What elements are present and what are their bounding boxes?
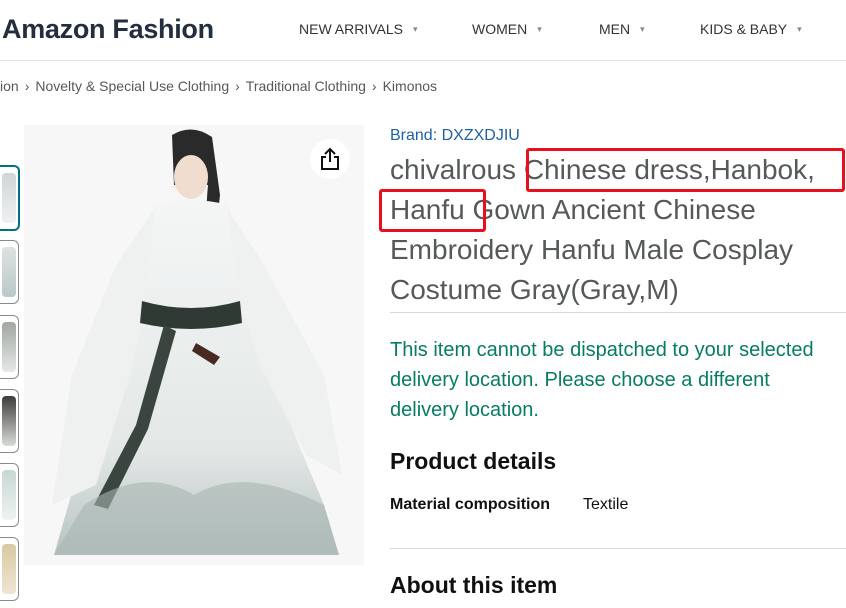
- chevron-down-icon: ▾: [797, 23, 802, 34]
- product-image[interactable]: [24, 125, 364, 565]
- share-icon: [321, 147, 339, 170]
- thumbnail-2[interactable]: [0, 240, 19, 304]
- nav-label: NEW ARRIVALS: [299, 21, 403, 37]
- nav-label: KIDS & BABY: [700, 21, 788, 37]
- share-button[interactable]: [310, 139, 350, 179]
- chevron-right-icon: ›: [24, 78, 30, 94]
- divider: [390, 312, 846, 313]
- about-item-heading: About this item: [390, 572, 558, 598]
- brand-link[interactable]: Brand: DXZXDJIU: [390, 127, 520, 145]
- breadcrumb-item[interactable]: Traditional Clothing: [246, 78, 366, 94]
- detail-label: Material composition: [390, 496, 551, 513]
- nav-label: MEN: [599, 21, 631, 37]
- product-figure: [52, 129, 342, 555]
- highlight-box-hanfu: [379, 189, 486, 232]
- breadcrumb-item[interactable]: Novelty & Special Use Clothing: [35, 78, 229, 94]
- delivery-message: This item cannot be dispatched to your s…: [390, 339, 814, 421]
- nav-women[interactable]: WOMEN ▾: [472, 21, 542, 37]
- nav-new-arrivals[interactable]: NEW ARRIVALS ▾: [299, 21, 418, 37]
- highlight-box-chinese-dress-hanbok: [526, 148, 845, 192]
- nav-men[interactable]: MEN ▾: [599, 21, 645, 37]
- chevron-right-icon: ›: [235, 78, 240, 94]
- thumbnail-1[interactable]: [0, 165, 20, 231]
- thumbnail-4[interactable]: [0, 389, 19, 453]
- chevron-down-icon: ▾: [640, 23, 645, 34]
- brand-logo[interactable]: Amazon Fashion: [2, 14, 214, 45]
- nav-kids-baby[interactable]: KIDS & BABY ▾: [700, 21, 802, 37]
- product-details-heading: Product details: [390, 448, 557, 474]
- detail-row: Material composition Textile: [390, 496, 628, 514]
- nav-label: WOMEN: [472, 21, 528, 37]
- chevron-right-icon: ›: [371, 78, 377, 94]
- chevron-down-icon: ▾: [537, 23, 542, 34]
- top-header: Amazon Fashion NEW ARRIVALS ▾ WOMEN ▾ ME…: [0, 0, 846, 61]
- breadcrumb: ion › Novelty & Special Use Clothing › Tradi…: [0, 78, 437, 94]
- thumbnail-3[interactable]: [0, 315, 19, 379]
- divider: [390, 548, 846, 549]
- breadcrumb-item[interactable]: ion: [0, 78, 19, 94]
- chevron-down-icon: ▾: [413, 23, 418, 34]
- thumbnail-6[interactable]: [0, 537, 19, 601]
- breadcrumb-item[interactable]: Kimonos: [383, 78, 437, 94]
- thumbnail-5[interactable]: [0, 463, 19, 527]
- detail-value: Textile: [583, 496, 629, 513]
